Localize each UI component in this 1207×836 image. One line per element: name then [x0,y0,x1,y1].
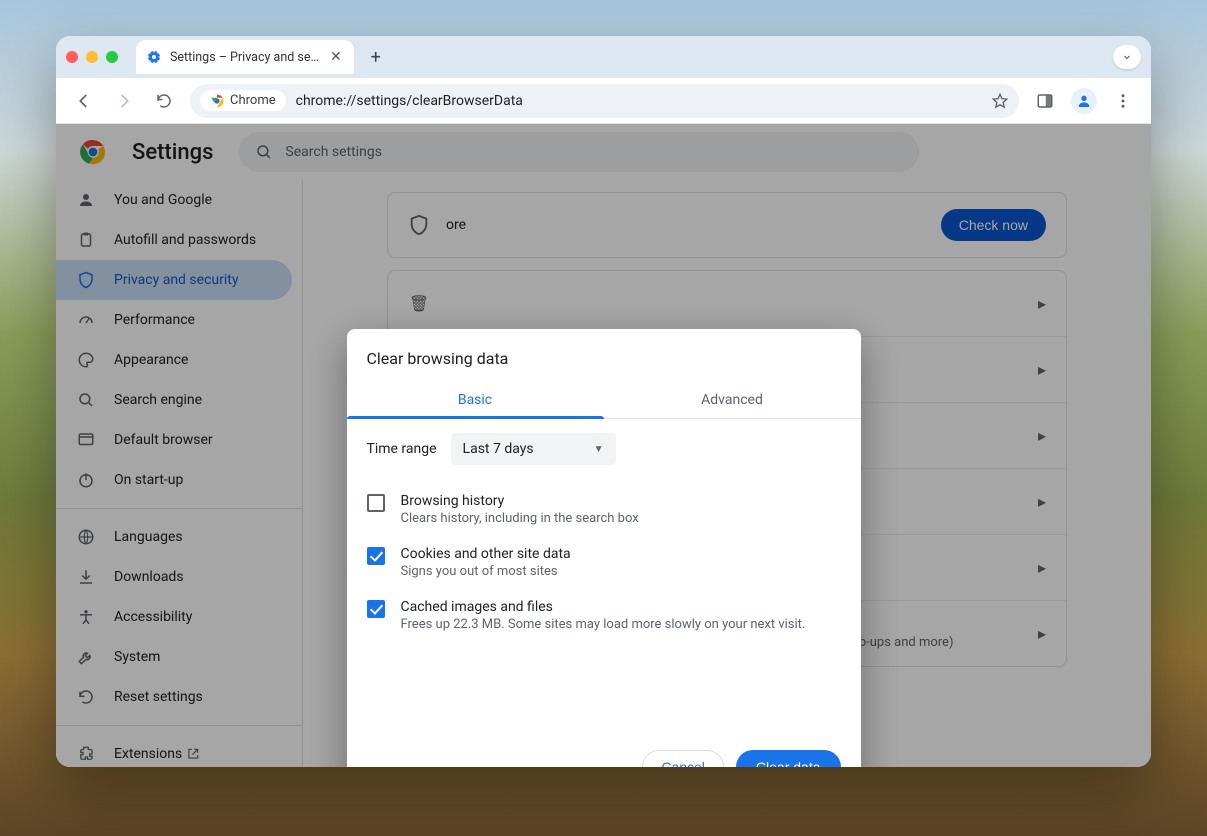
browser-menu-button[interactable] [1109,87,1137,115]
window-close-button[interactable] [66,51,78,63]
bookmark-star-icon[interactable] [991,92,1009,110]
checkbox[interactable] [367,600,385,618]
tab-overflow-button[interactable] [1113,45,1141,69]
clear-data-button[interactable]: Clear data [736,750,841,767]
time-range-label: Time range [367,441,437,457]
time-range-select[interactable]: Last 7 days ▼ [451,433,616,465]
tab-basic[interactable]: Basic [347,382,604,418]
reload-button[interactable] [150,87,178,115]
chevron-down-icon [1121,51,1133,63]
time-range-value: Last 7 days [463,441,534,457]
tab-strip: Settings – Privacy and security ✕ + [56,36,1151,78]
window-minimize-button[interactable] [86,51,98,63]
option-cookies[interactable]: Cookies and other site data Signs you out… [367,536,841,589]
side-panel-button[interactable] [1031,87,1059,115]
option-title: Cached images and files [401,599,806,615]
option-desc: Frees up 22.3 MB. Some sites may load mo… [401,617,806,632]
close-icon[interactable]: ✕ [328,49,344,65]
dialog-tabs: Basic Advanced [347,382,861,419]
checkbox[interactable] [367,494,385,512]
site-chip-label: Chrome [230,93,276,108]
gear-icon [146,49,162,65]
option-browsing-history[interactable]: Browsing history Clears history, includin… [367,483,841,536]
site-chip[interactable]: Chrome [200,90,286,111]
checkbox[interactable] [367,547,385,565]
tab-title: Settings – Privacy and security [170,50,320,65]
window-controls [66,51,118,63]
browser-toolbar: Chrome chrome://settings/clearBrowserDat… [56,78,1151,124]
option-title: Cookies and other site data [401,546,571,562]
window-zoom-button[interactable] [106,51,118,63]
browser-window: Settings – Privacy and security ✕ + Chro… [56,36,1151,767]
page-content: Settings Search settings You and Google … [56,124,1151,767]
chrome-icon [210,94,224,108]
tab-advanced[interactable]: Advanced [604,382,861,418]
option-cached[interactable]: Cached images and files Frees up 22.3 MB.… [367,589,841,642]
profile-button[interactable] [1071,88,1097,114]
option-desc: Signs you out of most sites [401,564,571,579]
person-icon [1076,93,1092,109]
option-desc: Clears history, including in the search … [401,511,639,526]
kebab-icon [1114,92,1132,110]
forward-button[interactable] [110,87,138,115]
cancel-button[interactable]: Cancel [642,750,724,767]
back-button[interactable] [70,87,98,115]
option-title: Browsing history [401,493,639,509]
dropdown-arrow-icon: ▼ [594,444,604,455]
address-bar[interactable]: Chrome chrome://settings/clearBrowserDat… [190,84,1019,118]
clear-browsing-data-dialog: Clear browsing data Basic Advanced Time … [347,329,861,767]
new-tab-button[interactable]: + [362,43,390,71]
browser-tab[interactable]: Settings – Privacy and security ✕ [136,40,354,74]
url-text: chrome://settings/clearBrowserData [296,93,981,109]
dialog-title: Clear browsing data [347,329,861,382]
